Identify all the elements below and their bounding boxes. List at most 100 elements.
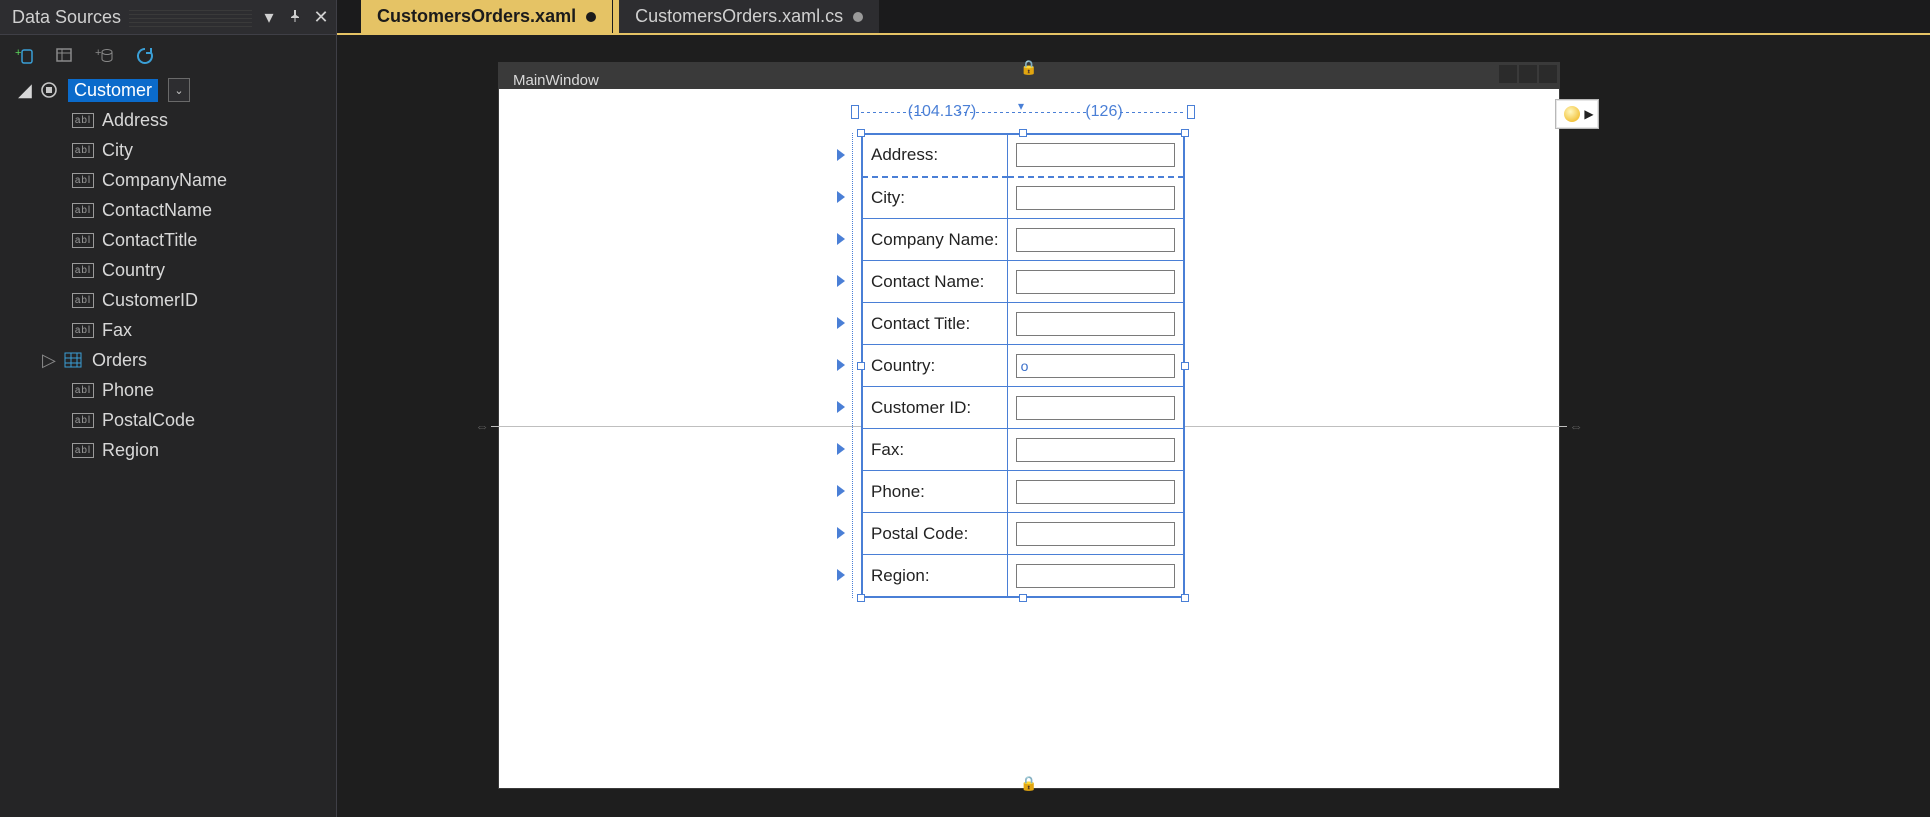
pin-icon[interactable]: [286, 7, 304, 28]
row-marker-icon[interactable]: [837, 149, 845, 161]
form-textbox[interactable]: [1016, 396, 1175, 420]
row-rail[interactable]: [837, 133, 853, 598]
form-textbox[interactable]: [1016, 564, 1175, 588]
resize-handle[interactable]: [1019, 129, 1027, 137]
form-row[interactable]: Fax:: [863, 429, 1184, 471]
tree-node-customer[interactable]: ◢ Customer ⌄: [14, 75, 328, 105]
tree-node-customerid[interactable]: ablCustomerID: [14, 285, 328, 315]
tree-node-contacttitle[interactable]: ablContactTitle: [14, 225, 328, 255]
form-textbox[interactable]: [1016, 438, 1175, 462]
form-row[interactable]: Postal Code:: [863, 513, 1184, 555]
row-marker-icon[interactable]: [837, 191, 845, 203]
ruler-col2: (126): [1085, 103, 1122, 120]
row-marker-icon[interactable]: [837, 485, 845, 497]
form-textbox[interactable]: [1016, 143, 1175, 167]
tree-node-address[interactable]: ablAddress: [14, 105, 328, 135]
win-close-icon: [1539, 65, 1557, 83]
form-label: Country:: [863, 345, 1008, 387]
form-row[interactable]: Customer ID:: [863, 387, 1184, 429]
svg-text:+: +: [15, 47, 21, 59]
document-tabs: CustomersOrders.xaml CustomersOrders.xaml…: [337, 0, 1930, 35]
resize-handle[interactable]: [1019, 594, 1027, 602]
ruler-end-handle[interactable]: [851, 105, 859, 119]
tree-node-region[interactable]: abl Region: [14, 435, 328, 465]
form-textbox[interactable]: [1016, 312, 1175, 336]
row-marker-icon[interactable]: [837, 527, 845, 539]
form-label: City:: [863, 177, 1008, 219]
form-row[interactable]: City:: [863, 177, 1184, 219]
data-sources-tree: ◢ Customer ⌄ ablAddressablCityablCompany…: [0, 75, 336, 465]
refresh-icon[interactable]: [134, 45, 156, 67]
add-query-icon[interactable]: +: [94, 45, 116, 67]
row-marker-icon[interactable]: [837, 317, 845, 329]
row-marker-icon[interactable]: [837, 275, 845, 287]
row-marker-icon[interactable]: [837, 569, 845, 581]
tab-label: CustomersOrders.xaml: [377, 6, 576, 27]
designer-window[interactable]: MainWindow 🔒 🔒 ⇔ ⇔ ▶ (104.137): [499, 63, 1559, 788]
column-ruler[interactable]: (104.137) (126): [861, 101, 1185, 123]
tree-node-orders[interactable]: ▷Orders: [14, 345, 328, 375]
resize-handle[interactable]: [1181, 594, 1189, 602]
row-marker-icon[interactable]: [837, 233, 845, 245]
resize-handle[interactable]: [1181, 362, 1189, 370]
tree-node-phone[interactable]: ablPhone: [14, 375, 328, 405]
resize-handle[interactable]: [857, 594, 865, 602]
form-row[interactable]: Contact Title:: [863, 303, 1184, 345]
form-textbox[interactable]: [1016, 186, 1175, 210]
form-row[interactable]: Address:: [863, 135, 1184, 177]
document-tab[interactable]: CustomersOrders.xaml.cs: [619, 0, 880, 33]
form-textbox[interactable]: [1016, 270, 1175, 294]
form-row[interactable]: Region:: [863, 555, 1184, 597]
form-row[interactable]: Company Name:: [863, 219, 1184, 261]
form-textbox[interactable]: [1016, 480, 1175, 504]
panel-menu-dropdown-icon[interactable]: ▾: [260, 7, 278, 28]
drop-type-dropdown[interactable]: ⌄: [168, 78, 190, 102]
tree-node-label: Region: [102, 440, 159, 461]
resize-handle[interactable]: [857, 362, 865, 370]
tree-node-label: ContactName: [102, 200, 212, 221]
text-field-icon: abl: [72, 292, 94, 308]
win-max-icon: [1519, 65, 1537, 83]
form-textbox[interactable]: [1016, 354, 1175, 378]
expand-arrow-icon[interactable]: ◢: [18, 80, 30, 101]
ruler-end-handle[interactable]: [1187, 105, 1195, 119]
panel-title: Data Sources: [12, 7, 121, 28]
form-label: Postal Code:: [863, 513, 1008, 555]
link-handle-icon[interactable]: ⇔: [473, 418, 491, 434]
form-row[interactable]: Country:: [863, 345, 1184, 387]
tree-node-contactname[interactable]: abl ContactName: [14, 195, 328, 225]
row-marker-icon[interactable]: [837, 443, 845, 455]
tree-node-city[interactable]: ablCity: [14, 135, 328, 165]
form-row[interactable]: Contact Name:: [863, 261, 1184, 303]
close-icon[interactable]: ✕: [312, 7, 330, 28]
dirty-indicator-icon: [853, 12, 863, 22]
window-chrome-buttons: [1499, 65, 1557, 83]
link-handle-icon[interactable]: ⇔: [1567, 418, 1585, 434]
tree-node-fax[interactable]: ablFax: [14, 315, 328, 345]
tab-label: CustomersOrders.xaml.cs: [635, 6, 843, 27]
edit-dataset-icon[interactable]: [54, 45, 76, 67]
row-marker-icon[interactable]: [837, 359, 845, 371]
document-tab[interactable]: CustomersOrders.xaml: [361, 0, 613, 33]
resize-handle[interactable]: [1181, 129, 1189, 137]
form-label: Address:: [863, 135, 1008, 177]
add-data-source-icon[interactable]: +: [14, 45, 36, 67]
dirty-indicator-icon: [586, 12, 596, 22]
text-field-icon: abl: [72, 442, 94, 458]
tree-node-country[interactable]: ablCountry: [14, 255, 328, 285]
tree-node-postalcode[interactable]: ablPostalCode: [14, 405, 328, 435]
text-field-icon: abl: [72, 202, 94, 218]
tree-node-companyname[interactable]: ablCompanyName: [14, 165, 328, 195]
form-row[interactable]: Phone:: [863, 471, 1184, 513]
lightbulb-actions[interactable]: ▶: [1555, 99, 1599, 129]
resize-handle[interactable]: [857, 129, 865, 137]
form-textbox[interactable]: [1016, 522, 1175, 546]
designer-canvas[interactable]: MainWindow 🔒 🔒 ⇔ ⇔ ▶ (104.137): [337, 35, 1930, 817]
row-marker-icon[interactable]: [837, 401, 845, 413]
selected-grid[interactable]: (104.137) (126) Address:City:Company N: [861, 133, 1185, 598]
form-grid[interactable]: Address:City:Company Name:Contact Name:C…: [862, 134, 1184, 597]
text-field-icon: abl: [72, 142, 94, 158]
tree-node-label: PostalCode: [102, 410, 195, 431]
form-textbox[interactable]: [1016, 228, 1175, 252]
expand-arrow-icon[interactable]: ▷: [42, 350, 54, 371]
